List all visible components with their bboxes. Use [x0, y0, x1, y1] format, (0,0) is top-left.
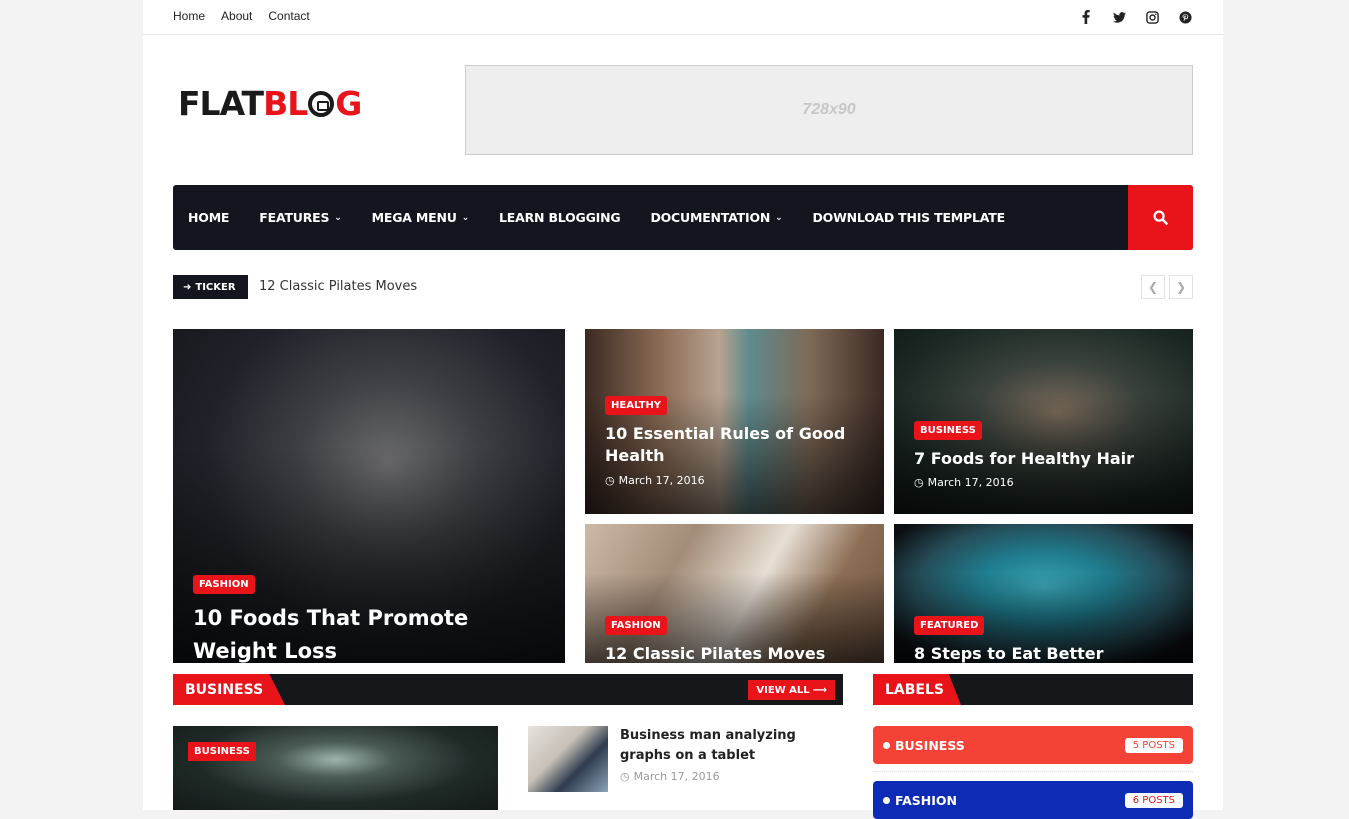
section-title: BUSINESS — [173, 674, 285, 705]
bullet-icon — [883, 741, 890, 749]
ticker-controls: ❮ ❯ — [1141, 275, 1193, 299]
post-title[interactable]: 10 Essential Rules of Good Health — [605, 423, 864, 468]
label-name: FASHION — [895, 792, 957, 808]
ticker-headline[interactable]: 12 Classic Pilates Moves — [259, 279, 417, 294]
featured-post-main[interactable]: FASHION 10 Foods That Promote Weight Los… — [173, 329, 565, 663]
news-ticker: ➜ TICKER 12 Classic Pilates Moves ❮ ❯ — [173, 275, 1193, 299]
facebook-icon[interactable] — [1078, 8, 1094, 26]
post-info: HEALTHY 10 Essential Rules of Good Healt… — [605, 393, 864, 487]
post-date: ◷ March 17, 2016 — [605, 474, 864, 487]
post-date-text: March 17, 2016 — [927, 476, 1014, 490]
top-link-home[interactable]: Home — [173, 9, 205, 23]
post-info: FASHION 12 Classic Pilates Moves — [605, 613, 864, 663]
search-icon — [1153, 210, 1168, 225]
post-info: FEATURED 8 Steps to Eat Better — [914, 613, 1173, 663]
featured-post[interactable]: BUSINESS 7 Foods for Healthy Hair ◷ March… — [894, 329, 1193, 514]
view-all-label: VIEW ALL — [756, 684, 810, 696]
blogger-icon — [308, 91, 335, 117]
post-thumbnail[interactable] — [528, 726, 608, 792]
nav-label: FEATURES — [259, 210, 330, 225]
nav-item-download-template[interactable]: DOWNLOAD THIS TEMPLATE — [812, 210, 1005, 225]
divider — [873, 771, 1193, 772]
logo-text-flat: FLAT — [178, 84, 264, 123]
clock-icon: ◷ — [620, 770, 630, 783]
chevron-right-icon[interactable]: ❯ — [1169, 275, 1193, 299]
nav-label: HOME — [188, 210, 230, 225]
category-badge[interactable]: FASHION — [605, 616, 667, 635]
post-date: ◷ March 17, 2016 — [620, 770, 720, 783]
post-date-text: March 17, 2016 — [618, 473, 705, 487]
top-link-about[interactable]: About — [221, 9, 252, 23]
bolt-icon: ➜ — [183, 281, 192, 293]
logo-text-g: G — [335, 84, 362, 123]
chevron-left-icon[interactable]: ❮ — [1141, 275, 1165, 299]
label-item-fashion[interactable]: FASHION 6 POSTS — [873, 781, 1193, 819]
label-name: BUSINESS — [895, 737, 965, 753]
post-date-text: March 17, 2016 — [633, 770, 720, 783]
post-title[interactable]: 12 Classic Pilates Moves — [605, 643, 864, 663]
ticker-label-text: TICKER — [195, 281, 236, 293]
twitter-icon[interactable] — [1111, 8, 1127, 26]
post-title[interactable]: 10 Foods That Promote Weight Loss — [193, 602, 545, 663]
featured-post[interactable]: FASHION 12 Classic Pilates Moves — [585, 524, 884, 663]
label-count: 5 POSTS — [1124, 737, 1183, 753]
view-all-button[interactable]: VIEW ALL ⟶ — [748, 680, 835, 700]
page: Home About Contact FLATBL G 728x90 HOME … — [143, 0, 1223, 819]
clock-icon: ◷ — [914, 476, 924, 490]
ad-size-label: 728x90 — [802, 101, 856, 118]
logo-text-bl: BL — [263, 84, 308, 123]
nav-label: LEARN BLOGGING — [499, 210, 621, 225]
nav-item-home[interactable]: HOME — [188, 210, 229, 225]
business-section-header: BUSINESS VIEW ALL ⟶ — [173, 674, 843, 705]
chevron-down-icon: ⌄ — [334, 212, 342, 223]
category-badge[interactable]: FEATURED — [914, 616, 985, 635]
category-badge[interactable]: FASHION — [193, 575, 255, 594]
nav-item-learn-blogging[interactable]: LEARN BLOGGING — [499, 210, 621, 225]
main-nav: HOME FEATURES ⌄ MEGA MENU ⌄ LEARN BLOGGING… — [173, 185, 1193, 250]
site-logo[interactable]: FLATBL G — [178, 84, 362, 123]
social-links — [1078, 8, 1193, 26]
category-badge[interactable]: HEALTHY — [605, 396, 668, 415]
section-title: LABELS — [873, 674, 961, 705]
chevron-down-icon: ⌄ — [461, 212, 470, 223]
chevron-down-icon: ⌄ — [775, 212, 783, 223]
bullet-icon — [883, 796, 890, 804]
nav-item-mega-menu[interactable]: MEGA MENU ⌄ — [371, 210, 470, 225]
top-bar: Home About Contact — [143, 0, 1223, 35]
nav-item-features[interactable]: FEATURES ⌄ — [259, 210, 342, 225]
search-button[interactable] — [1128, 185, 1193, 250]
instagram-icon[interactable] — [1144, 8, 1160, 26]
post-title[interactable]: 7 Foods for Healthy Hair — [914, 448, 1173, 470]
featured-post[interactable]: FEATURED 8 Steps to Eat Better — [894, 524, 1193, 663]
nav-label: DOWNLOAD THIS TEMPLATE — [812, 210, 1005, 225]
clock-icon: ◷ — [605, 473, 615, 487]
ticker-label: ➜ TICKER — [173, 275, 248, 299]
pinterest-icon[interactable] — [1177, 8, 1193, 26]
category-badge[interactable]: BUSINESS — [188, 742, 256, 761]
category-badge[interactable]: BUSINESS — [914, 421, 982, 440]
nav-item-documentation[interactable]: DOCUMENTATION ⌄ — [650, 210, 782, 225]
labels-section-header: LABELS — [873, 674, 1193, 705]
post-date: ◷ March 17, 2016 — [914, 476, 1173, 489]
label-item-business[interactable]: BUSINESS 5 POSTS — [873, 726, 1193, 764]
business-list-item[interactable]: Business man analyzing graphs on a table… — [528, 726, 843, 792]
post-title[interactable]: 8 Steps to Eat Better — [914, 643, 1173, 663]
ad-banner[interactable]: 728x90 — [465, 65, 1193, 155]
business-main-post[interactable]: BUSINESS — [173, 726, 498, 810]
featured-post[interactable]: HEALTHY 10 Essential Rules of Good Healt… — [585, 329, 884, 514]
post-title[interactable]: Business man analyzing graphs on a table… — [620, 726, 850, 765]
label-count: 6 POSTS — [1124, 792, 1183, 808]
nav-label: DOCUMENTATION — [650, 210, 771, 225]
arrow-right-icon: ⟶ — [812, 684, 827, 696]
post-info: BUSINESS 7 Foods for Healthy Hair ◷ March… — [914, 418, 1173, 489]
top-link-contact[interactable]: Contact — [268, 9, 309, 23]
post-info: FASHION 10 Foods That Promote Weight Los… — [193, 572, 545, 663]
nav-label: MEGA MENU — [371, 210, 457, 225]
top-nav: Home About Contact — [173, 9, 310, 23]
